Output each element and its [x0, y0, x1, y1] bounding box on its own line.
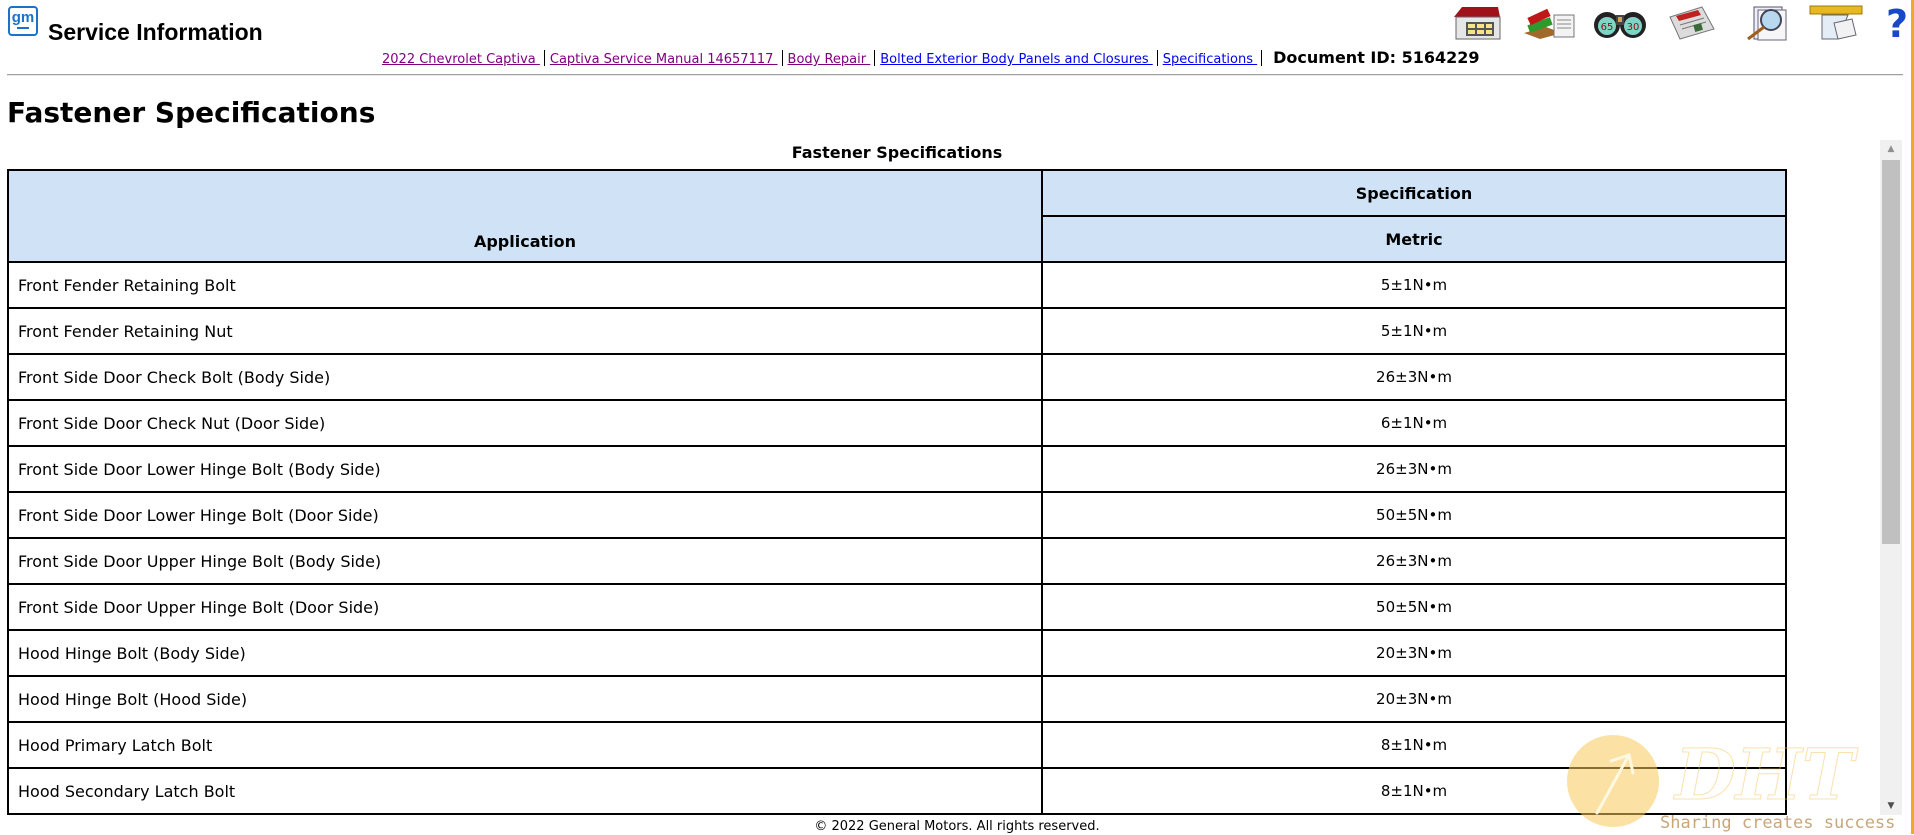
cell-metric: 26±3N•m: [1041, 353, 1787, 401]
cell-application: Front Side Door Lower Hinge Bolt (Door S…: [7, 491, 1043, 539]
cell-metric: 8±1N•m: [1041, 767, 1787, 815]
mailbox-icon[interactable]: [1808, 3, 1864, 41]
scroll-up-arrow-icon[interactable]: ▲: [1880, 140, 1902, 158]
binoculars-badge-right: 30: [1627, 22, 1640, 33]
table-row: Front Fender Retaining Nut 5±1N•m: [7, 307, 1787, 355]
breadcrumb-separator: [1261, 50, 1263, 66]
cell-metric: 20±3N•m: [1041, 629, 1787, 677]
table-row: Front Side Door Lower Hinge Bolt (Body S…: [7, 445, 1787, 493]
scroll-down-arrow-icon[interactable]: ▼: [1880, 797, 1902, 815]
table-row: Front Side Door Check Bolt (Body Side) 26…: [7, 353, 1787, 401]
table-row: Front Side Door Check Nut (Door Side) 6±1…: [7, 399, 1787, 447]
cell-metric: 50±5N•m: [1041, 491, 1787, 539]
table-row: Hood Primary Latch Bolt 8±1N•m: [7, 721, 1787, 769]
binoculars-badge-left: 65: [1601, 22, 1614, 33]
scrollbar-thumb[interactable]: [1882, 160, 1900, 544]
breadcrumb-separator: [543, 50, 545, 66]
cell-metric: 5±1N•m: [1041, 307, 1787, 355]
table-row: Hood Hinge Bolt (Body Side) 20±3N•m: [7, 629, 1787, 677]
cell-application: Front Side Door Check Bolt (Body Side): [7, 353, 1043, 401]
table-row: Front Side Door Lower Hinge Bolt (Door S…: [7, 491, 1787, 539]
breadcrumb-link-vehicle[interactable]: 2022 Chevrolet Captiva: [382, 52, 540, 67]
table-row: Front Fender Retaining Bolt 5±1N•m: [7, 261, 1787, 309]
cell-metric: 5±1N•m: [1041, 261, 1787, 309]
breadcrumb-link-bolted-panels[interactable]: Bolted Exterior Body Panels and Closures: [880, 52, 1153, 67]
gm-logo-text: gm: [11, 9, 35, 26]
help-icon[interactable]: ?: [1880, 2, 1914, 46]
cell-application: Front Side Door Upper Hinge Bolt (Door S…: [7, 583, 1043, 631]
cell-application: Front Fender Retaining Bolt: [7, 261, 1043, 309]
cell-metric: 50±5N•m: [1041, 583, 1787, 631]
page-title: Fastener Specifications: [7, 96, 376, 129]
fastener-spec-table: Application Specification Metric Front F…: [7, 169, 1787, 815]
cell-metric: 6±1N•m: [1041, 399, 1787, 447]
breadcrumb-link-manual[interactable]: Captiva Service Manual 14657117: [550, 52, 778, 67]
document-search-icon[interactable]: [1736, 3, 1792, 41]
cell-metric: 8±1N•m: [1041, 721, 1787, 769]
table-row: Front Side Door Upper Hinge Bolt (Body S…: [7, 537, 1787, 585]
breadcrumb-separator: [1156, 50, 1158, 66]
table-row: Hood Secondary Latch Bolt 8±1N•m: [7, 767, 1787, 815]
cell-metric: 26±3N•m: [1041, 537, 1787, 585]
column-header-application: Application: [7, 169, 1043, 263]
table-body: Front Fender Retaining Bolt 5±1N•m Front F…: [7, 261, 1787, 815]
cell-metric: 26±3N•m: [1041, 445, 1787, 493]
cell-application: Front Side Door Upper Hinge Bolt (Body S…: [7, 537, 1043, 585]
table-caption: Fastener Specifications: [791, 143, 1003, 162]
gm-logo: gm: [8, 6, 38, 36]
app-title: Service Information: [48, 19, 263, 45]
newspaper-icon[interactable]: [1664, 3, 1720, 41]
cell-application: Front Fender Retaining Nut: [7, 307, 1043, 355]
home-icon[interactable]: [1448, 3, 1504, 41]
cell-application: Hood Secondary Latch Bolt: [7, 767, 1043, 815]
breadcrumb-link-body-repair[interactable]: Body Repair: [788, 52, 871, 67]
breadcrumb-separator: [781, 50, 783, 66]
content-scroll-area: Fastener Specifications Application Spec…: [0, 140, 1880, 815]
table-row: Front Side Door Upper Hinge Bolt (Door S…: [7, 583, 1787, 631]
binoculars-icon[interactable]: 65 30: [1592, 3, 1648, 41]
table-row: Hood Hinge Bolt (Hood Side) 20±3N•m: [7, 675, 1787, 723]
vertical-scrollbar[interactable]: ▲ ▼: [1880, 140, 1902, 815]
cell-application: Hood Hinge Bolt (Hood Side): [7, 675, 1043, 723]
cell-application: Front Side Door Check Nut (Door Side): [7, 399, 1043, 447]
gm-logo-underline: [17, 27, 29, 29]
cell-application: Hood Hinge Bolt (Body Side): [7, 629, 1043, 677]
cell-metric: 20±3N•m: [1041, 675, 1787, 723]
document-id: Document ID: 5164229: [1273, 48, 1480, 67]
breadcrumb-separator: [874, 50, 876, 66]
breadcrumb-link-specifications[interactable]: Specifications: [1163, 52, 1257, 67]
cell-application: Hood Primary Latch Bolt: [7, 721, 1043, 769]
breadcrumb: 2022 Chevrolet Captiva Captiva Service M…: [382, 49, 1480, 69]
column-header-specification: Specification: [1041, 169, 1787, 217]
header-divider: [7, 74, 1903, 76]
toolbar: 65 30 ?: [1448, 2, 1914, 46]
books-icon[interactable]: [1520, 3, 1576, 41]
column-header-metric: Metric: [1041, 215, 1787, 263]
cell-application: Front Side Door Lower Hinge Bolt (Body S…: [7, 445, 1043, 493]
copyright-footer: © 2022 General Motors. All rights reserv…: [814, 819, 1100, 834]
svg-text:?: ?: [1886, 3, 1908, 41]
